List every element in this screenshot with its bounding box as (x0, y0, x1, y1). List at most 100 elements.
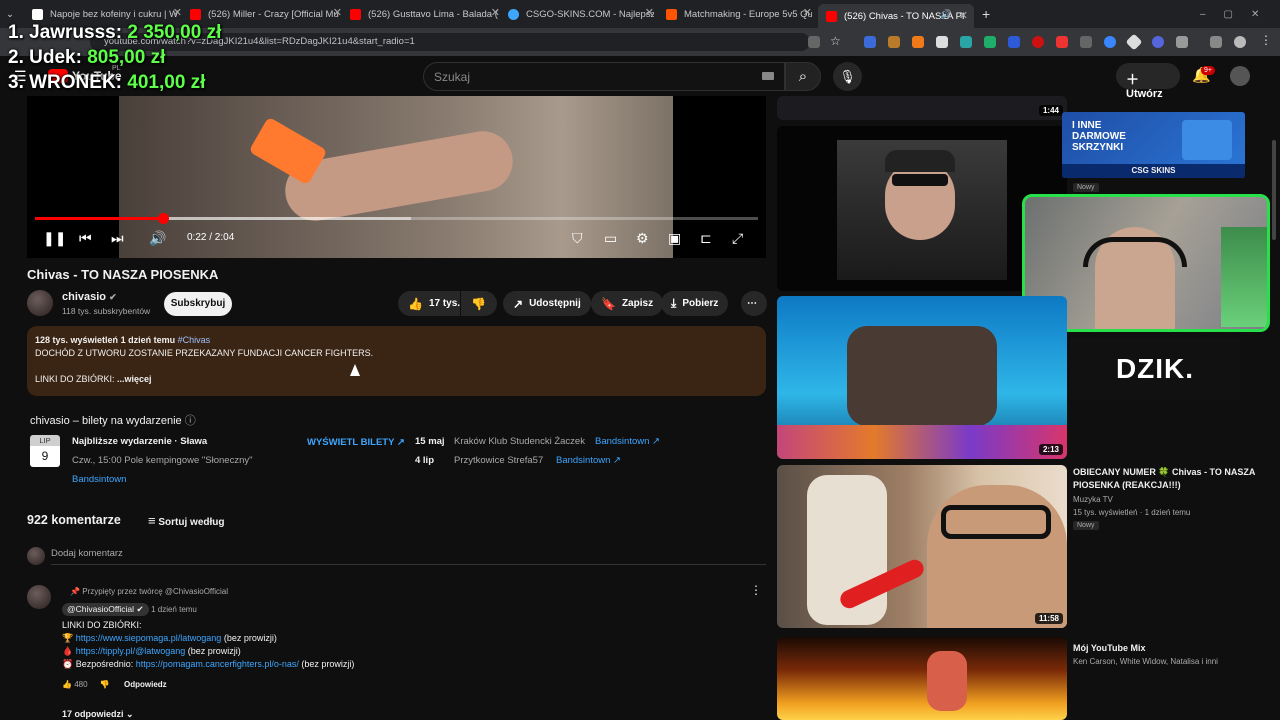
previous-icon[interactable]: ⏮ (79, 230, 92, 246)
event-provider-link[interactable]: Bandsintown ↗ (556, 455, 621, 466)
browser-menu-icon[interactable]: ⋮ (1260, 33, 1272, 47)
tab-csgo-skins[interactable]: CSGO-SKINS.COM - Najlepsze ✕ (508, 4, 654, 24)
tab-chivas-active[interactable]: (526) Chivas - TO NASZA PI 🔊 ✕ (818, 4, 974, 28)
sidebar-thumb-top[interactable]: 1:44 (777, 96, 1067, 120)
extension-icon[interactable] (912, 36, 924, 48)
close-icon[interactable]: ✕ (803, 6, 812, 19)
close-icon[interactable]: ✕ (645, 6, 654, 19)
close-icon[interactable]: ✕ (333, 6, 342, 19)
shield-icon[interactable]: ⛉ (572, 230, 583, 246)
account-avatar[interactable] (1230, 66, 1250, 86)
profile-avatar[interactable] (1234, 36, 1246, 48)
media-control-icon[interactable] (1210, 36, 1222, 48)
view-tickets-link[interactable]: WYŚWIETL BILETY ↗ (307, 437, 405, 448)
tab-gusttavo[interactable]: (526) Gusttavo Lima - Balada ( ✕ (350, 4, 500, 24)
tab-list-icon[interactable]: ⌄ (6, 4, 20, 24)
channel-name[interactable]: chivasio ✔ (62, 291, 117, 303)
replies-toggle[interactable]: 17 odpowiedzi ⌄ (62, 709, 134, 720)
extension-icon[interactable] (888, 36, 900, 48)
subtitles-icon[interactable]: ▭ (604, 230, 617, 246)
comment-link[interactable]: https://www.siepomaga.pl/latwogang (76, 633, 222, 643)
hashtag-link[interactable]: #Chivas (178, 335, 211, 345)
sidebar-thumb-aquarium[interactable]: 2:13 (777, 296, 1067, 459)
miniplayer-icon[interactable]: ▣ (668, 230, 681, 246)
share-button[interactable]: ↗ Udostępnij (503, 291, 591, 316)
pause-icon[interactable]: ❚❚ (43, 230, 66, 246)
download-button[interactable]: ⤓ Pobierz (661, 291, 729, 316)
extension-icon[interactable] (1104, 36, 1116, 48)
comment-like-count: 480 (74, 680, 88, 689)
tab-miller[interactable]: (526) Miller - Crazy [Official Mu ✕ (190, 4, 342, 24)
create-button[interactable]: ＋ Utwórz (1116, 63, 1180, 100)
window-controls[interactable]: –▢✕ (1200, 4, 1270, 24)
extension-icon[interactable] (1008, 36, 1020, 48)
page-scrollbar[interactable] (1272, 140, 1276, 240)
show-more-link[interactable]: ...więcej (117, 374, 152, 384)
voice-search-button[interactable]: 🎙 (833, 62, 862, 91)
settings-gear-icon[interactable]: ⚙ (636, 230, 649, 246)
event-provider-link[interactable]: Bandsintown ↗ (595, 436, 660, 447)
bandsintown-link[interactable]: Bandsintown (72, 474, 126, 485)
csgo-skins-ad[interactable]: I INNE DARMOWE SKRZYNKI CSG SKINS (1062, 112, 1245, 178)
install-app-icon[interactable] (808, 36, 820, 48)
description-box[interactable]: 128 tys. wyświetleń 1 dzień temu #Chivas… (27, 326, 766, 396)
sidebar-thumb-mix[interactable] (777, 637, 1067, 720)
faceit-favicon-icon (666, 8, 677, 20)
save-button[interactable]: 🔖 Zapisz (591, 291, 664, 316)
next-event-detail: Czw., 15:00 Pole kempingowe "Słoneczny" (72, 455, 253, 466)
event-date: 4 lip (415, 455, 435, 466)
extension-icon[interactable] (1056, 36, 1068, 48)
commenter-avatar[interactable] (27, 585, 51, 609)
reply-button[interactable]: Odpowiedz (124, 680, 167, 689)
sidebar-video-title[interactable]: Mój YouTube Mix (1073, 642, 1146, 655)
channel-avatar[interactable] (27, 290, 53, 316)
add-comment-input[interactable]: Dodaj komentarz (51, 548, 123, 559)
ad-brand: CSG SKINS (1062, 164, 1245, 178)
info-icon[interactable]: ⓘ (185, 415, 196, 427)
thumbs-down-icon[interactable]: 👎 (100, 680, 110, 689)
sidebar-channel[interactable]: Muzyka TV (1073, 495, 1113, 504)
extensions-puzzle-icon[interactable] (1176, 36, 1188, 48)
upload-date: 1 dzień temu (120, 335, 176, 345)
comment-menu-icon[interactable]: ⋮ (750, 583, 762, 597)
sidebar-thumb-reaction[interactable]: 11:58 (777, 465, 1067, 628)
like-button[interactable]: 👍 17 tys. (398, 291, 460, 316)
thumbs-up-icon[interactable]: 👍 (62, 680, 72, 689)
close-icon[interactable]: ✕ (491, 6, 500, 19)
more-actions-button[interactable]: ⋯ (741, 291, 767, 316)
extension-icon[interactable] (1032, 36, 1044, 48)
scrubber-handle[interactable] (157, 213, 169, 224)
next-icon[interactable]: ⏭ (111, 230, 124, 246)
thumbs-down-icon: 👎 (471, 296, 486, 311)
comment-time[interactable]: 1 dzień temu (151, 605, 197, 614)
extension-icon[interactable] (1125, 33, 1143, 51)
extension-icon[interactable] (960, 36, 972, 48)
tab-napoje[interactable]: Napoje bez kofeiny i cukru | W ✕ (32, 4, 182, 24)
speaker-icon[interactable]: 🔊 (941, 9, 952, 20)
dislike-button[interactable]: 👎 (461, 291, 497, 316)
video-player[interactable]: ❚❚ ⏮ ⏭ 🔊 0:22 / 2:04 ⛉ ▭ ⚙ ▣ ⊏ ⤢ (27, 96, 766, 258)
close-icon[interactable]: ✕ (959, 9, 968, 22)
subscribe-button[interactable]: Subskrybuj (164, 292, 232, 316)
fullscreen-icon[interactable]: ⤢ (732, 230, 743, 246)
extension-icon[interactable] (984, 36, 996, 48)
close-icon[interactable]: ✕ (173, 6, 182, 19)
extension-icon[interactable] (864, 36, 876, 48)
search-input[interactable]: Szukaj (423, 62, 785, 91)
new-tab-button[interactable]: + (982, 4, 996, 24)
comment-link[interactable]: https://tipply.pl/@latwogang (76, 646, 186, 656)
bookmark-star-icon[interactable]: ☆ (830, 34, 842, 48)
volume-icon[interactable]: 🔊 (149, 230, 166, 246)
sidebar-video-title[interactable]: OBIECANY NUMER 🍀 Chivas - TO NASZA PIOSE… (1073, 466, 1273, 492)
tab-matchmaking[interactable]: Matchmaking - Europe 5v5 Qu ✕ (666, 4, 812, 24)
progress-bar[interactable] (35, 213, 758, 224)
cast-icon[interactable]: ⊏ (700, 230, 712, 246)
sort-button[interactable]: ≡ Sortuj według (148, 513, 224, 528)
extension-icon[interactable] (1152, 36, 1164, 48)
keyboard-icon[interactable] (762, 72, 774, 80)
comment-link[interactable]: https://pomagam.cancerfighters.pl/o-nas/ (136, 659, 299, 669)
extension-icon[interactable] (936, 36, 948, 48)
search-button[interactable]: ⌕ (785, 62, 821, 91)
extension-icon[interactable] (1080, 36, 1092, 48)
comment-author-chip[interactable]: @ChivasioOfficial ✔ (62, 603, 149, 616)
